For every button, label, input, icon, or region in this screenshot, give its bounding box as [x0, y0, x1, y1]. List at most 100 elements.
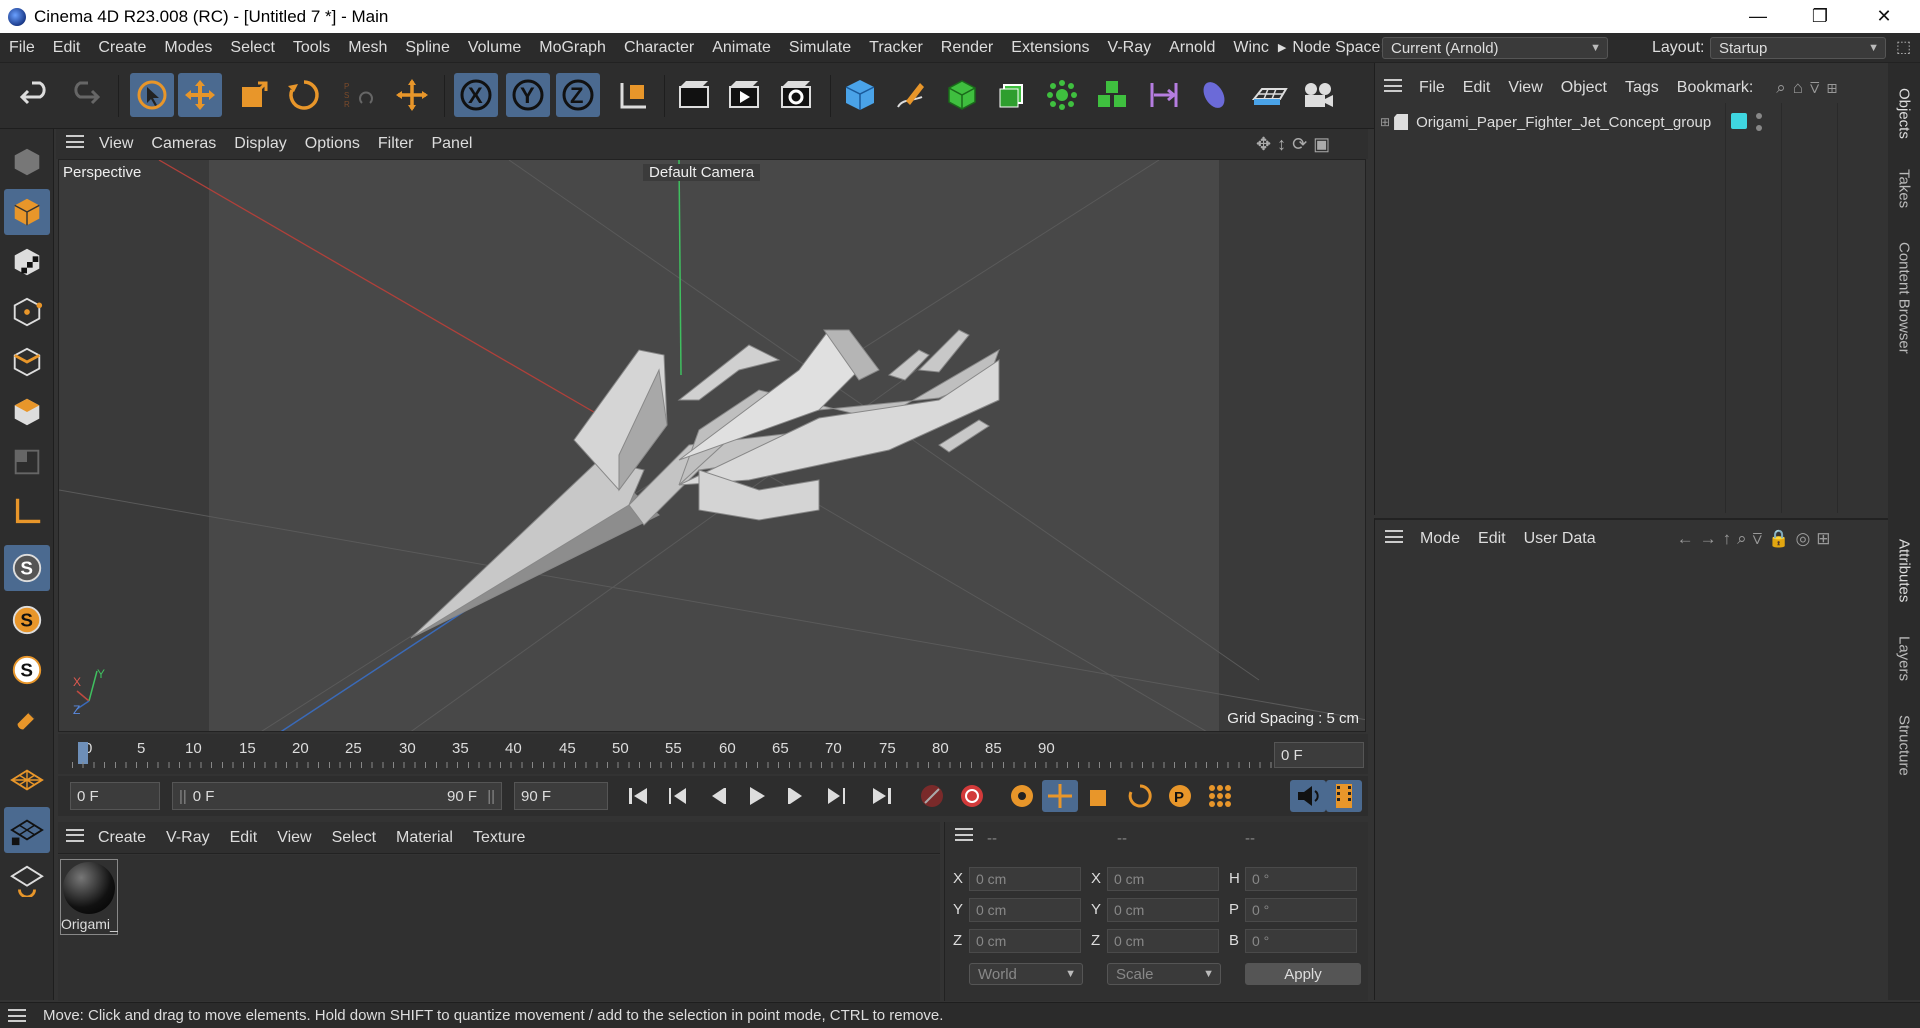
viewport-menu-view[interactable]: View: [90, 135, 142, 153]
mograph-fracture-button[interactable]: [1090, 73, 1134, 117]
menu-edit[interactable]: Edit: [44, 39, 90, 57]
scale-track-icon[interactable]: [1082, 780, 1118, 812]
node-space-select[interactable]: Current (Arnold) ▼: [1382, 37, 1608, 59]
default-camera-label[interactable]: Default Camera: [643, 164, 761, 181]
undo-button[interactable]: [14, 73, 58, 117]
perspective-viewport[interactable]: Perspective Default Camera Grid Spacing …: [58, 159, 1366, 732]
start-frame-field[interactable]: 0 F: [70, 782, 160, 810]
pen-spline-button[interactable]: [888, 73, 932, 117]
status-menu-icon[interactable]: [8, 1009, 26, 1027]
viewport-menu-options[interactable]: Options: [296, 135, 369, 153]
coord-pos-z-field[interactable]: 0 cm: [969, 929, 1081, 953]
texture-mode-button[interactable]: [4, 239, 50, 285]
next-keyframe-icon[interactable]: [818, 780, 854, 812]
menu-tracker[interactable]: Tracker: [860, 39, 932, 57]
tab-objects[interactable]: Objects: [1888, 73, 1920, 153]
coord-rot-h-field[interactable]: 0 °: [1245, 867, 1357, 891]
menu-overflow-arrow-icon[interactable]: ▶: [1278, 41, 1286, 54]
next-frame-icon[interactable]: [778, 780, 814, 812]
coord-rot-b-field[interactable]: 0 °: [1245, 929, 1357, 953]
autokey-icon[interactable]: [954, 780, 990, 812]
object-menu-edit[interactable]: Edit: [1454, 79, 1500, 97]
tab-attributes[interactable]: Attributes: [1888, 521, 1920, 621]
close-button[interactable]: ✕: [1856, 0, 1912, 33]
object-row[interactable]: ⊞ Origami_Paper_Fighter_Jet_Concept_grou…: [1378, 110, 1758, 134]
object-menu-tags[interactable]: Tags: [1616, 79, 1668, 97]
menu-vray[interactable]: V-Ray: [1099, 39, 1161, 57]
material-menu-edit[interactable]: Edit: [220, 829, 268, 847]
menu-mograph[interactable]: MoGraph: [530, 39, 615, 57]
material-menu-texture[interactable]: Texture: [463, 829, 535, 847]
attribute-menu-mode[interactable]: Mode: [1411, 530, 1469, 548]
object-menu-icon[interactable]: [1384, 79, 1402, 97]
field-object-button[interactable]: [1192, 73, 1236, 117]
timeline-film-icon[interactable]: [1326, 780, 1362, 812]
coord-size-z-field[interactable]: 0 cm: [1107, 929, 1219, 953]
visibility-dots-icon[interactable]: [1755, 113, 1763, 131]
magnet-icon[interactable]: [4, 699, 50, 745]
viewport-menu-filter[interactable]: Filter: [369, 135, 423, 153]
move-tool-button[interactable]: [178, 73, 222, 117]
points-mode-button[interactable]: [4, 289, 50, 335]
point-level-animation-icon[interactable]: [1202, 780, 1238, 812]
viewport-nav-icons[interactable]: ✥↕⟳▣: [1256, 134, 1336, 155]
viewport-menu-icon[interactable]: [66, 135, 84, 153]
cloner-button[interactable]: [1040, 73, 1084, 117]
record-keys-icon[interactable]: [914, 780, 950, 812]
live-selection-button[interactable]: [130, 73, 174, 117]
extrude-generator-button[interactable]: [990, 73, 1034, 117]
material-menu-select[interactable]: Select: [322, 829, 386, 847]
coordinate-system-button[interactable]: [610, 73, 654, 117]
sound-icon[interactable]: [1290, 780, 1326, 812]
coordinates-menu-icon[interactable]: [955, 828, 973, 846]
attribute-nav-icons[interactable]: ←→↑⌕⊽🔒◎⊞: [1677, 529, 1837, 549]
playhead[interactable]: [78, 742, 88, 764]
solo-button[interactable]: S: [4, 597, 50, 643]
tab-layers[interactable]: Layers: [1888, 629, 1920, 689]
rotation-track-icon[interactable]: [1122, 780, 1158, 812]
menu-animate[interactable]: Animate: [703, 39, 780, 57]
camera-object-button[interactable]: [1296, 73, 1340, 117]
end-frame-field[interactable]: 90 F: [514, 782, 608, 810]
keyframe-selection-icon[interactable]: [1004, 780, 1040, 812]
workplane-button[interactable]: [4, 757, 50, 803]
viewport-menu-display[interactable]: Display: [225, 135, 295, 153]
render-settings-button[interactable]: [774, 73, 818, 117]
edges-mode-button[interactable]: [4, 339, 50, 385]
attribute-menu-icon[interactable]: [1385, 530, 1403, 548]
make-editable-button[interactable]: [4, 139, 50, 185]
object-manager-tool-icons[interactable]: ⌕⌂⊽⊞: [1776, 78, 1844, 98]
menu-create[interactable]: Create: [89, 39, 155, 57]
coord-mode-select[interactable]: Scale ▼: [1107, 963, 1221, 985]
render-view-button[interactable]: [672, 73, 716, 117]
subdivision-surface-button[interactable]: [940, 73, 984, 117]
material-menu-icon[interactable]: [66, 828, 84, 847]
menu-spline[interactable]: Spline: [396, 39, 458, 57]
position-track-icon[interactable]: [1042, 780, 1078, 812]
object-menu-file[interactable]: File: [1410, 79, 1454, 97]
layout-select[interactable]: Startup ▼: [1710, 37, 1886, 59]
menu-window[interactable]: Winc: [1224, 39, 1278, 57]
go-to-end-icon[interactable]: [864, 780, 900, 812]
coord-size-y-field[interactable]: 0 cm: [1107, 898, 1219, 922]
model-mode-button[interactable]: [4, 189, 50, 235]
menu-file[interactable]: File: [0, 39, 44, 57]
parameter-track-icon[interactable]: P: [1162, 780, 1198, 812]
menu-mesh[interactable]: Mesh: [339, 39, 396, 57]
tab-structure[interactable]: Structure: [1888, 695, 1920, 795]
tab-takes[interactable]: Takes: [1888, 159, 1920, 219]
preview-range-slider[interactable]: || 0 F 90 F ||: [172, 782, 502, 810]
y-axis-lock-button[interactable]: Y: [506, 73, 550, 117]
coord-pos-x-field[interactable]: 0 cm: [969, 867, 1081, 891]
menu-arnold[interactable]: Arnold: [1160, 39, 1224, 57]
panel-toggle-icon[interactable]: ⬚: [1896, 37, 1911, 57]
expand-icon[interactable]: ⊞: [1380, 115, 1390, 129]
tab-content-browser[interactable]: Content Browser: [1888, 223, 1920, 373]
viewport-menu-panel[interactable]: Panel: [422, 135, 481, 153]
scale-tool-button[interactable]: [232, 73, 276, 117]
menu-select[interactable]: Select: [221, 39, 283, 57]
prev-keyframe-icon[interactable]: [660, 780, 696, 812]
attribute-menu-user-data[interactable]: User Data: [1515, 530, 1605, 548]
object-menu-object[interactable]: Object: [1552, 79, 1616, 97]
deformer-button[interactable]: [1142, 73, 1186, 117]
